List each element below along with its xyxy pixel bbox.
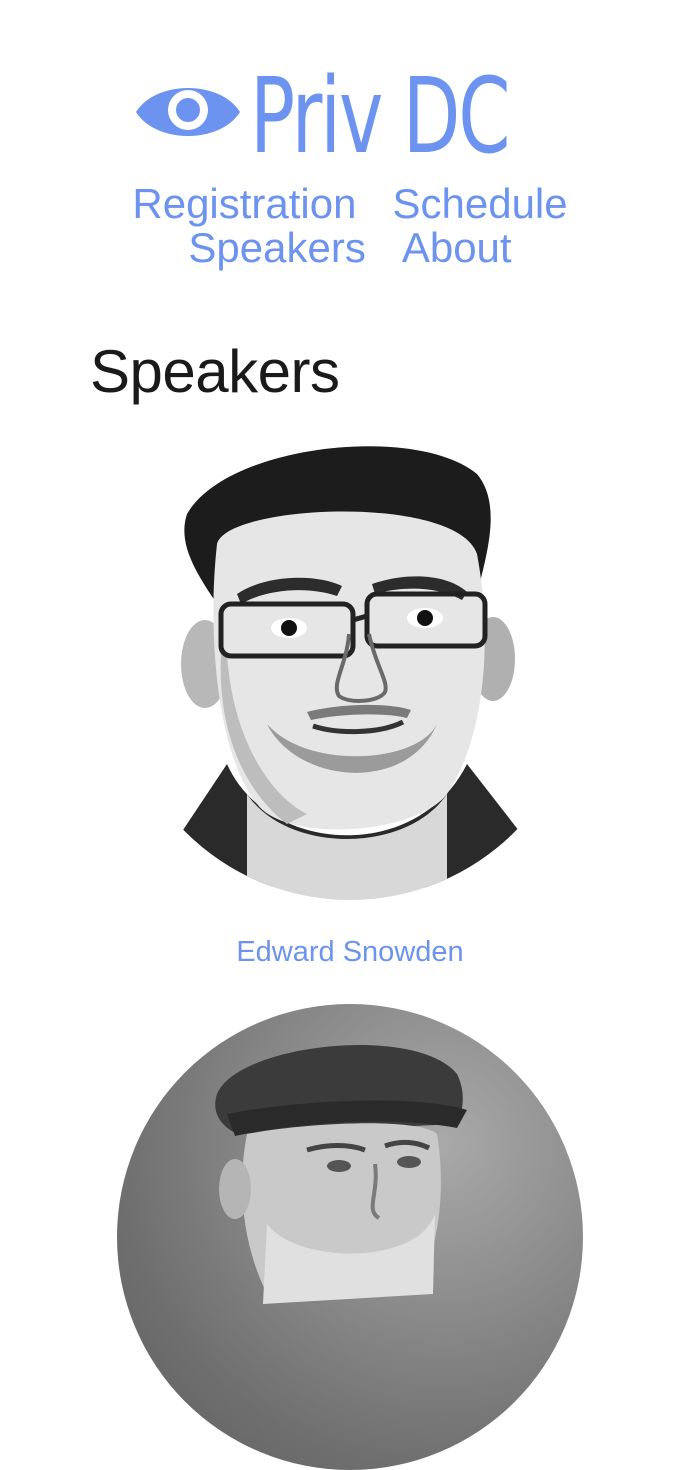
nav-row-2: Speakers About	[0, 226, 700, 270]
portrait-image	[167, 446, 537, 900]
nav-link-speakers[interactable]: Speakers	[188, 226, 365, 270]
portrait-image-2	[215, 1045, 467, 1304]
main-nav: Registration Schedule Speakers About	[0, 182, 700, 270]
site-header: Priv DC Registration Schedule Speakers A…	[0, 0, 700, 290]
nav-link-schedule[interactable]: Schedule	[392, 182, 567, 226]
speaker-photo-edward-snowden[interactable]	[117, 434, 583, 900]
eye-icon	[136, 88, 240, 136]
speaker-photo-2[interactable]	[117, 1004, 583, 1470]
site-logo-link[interactable]: Priv DC	[134, 58, 574, 182]
nav-link-registration[interactable]: Registration	[132, 182, 356, 226]
nav-link-about[interactable]: About	[402, 226, 512, 270]
site-logo-text: Priv DC	[250, 55, 511, 177]
nav-row-1: Registration Schedule	[0, 182, 700, 226]
page-title: Speakers	[90, 338, 340, 405]
speaker-name-link[interactable]: Edward Snowden	[0, 935, 700, 969]
